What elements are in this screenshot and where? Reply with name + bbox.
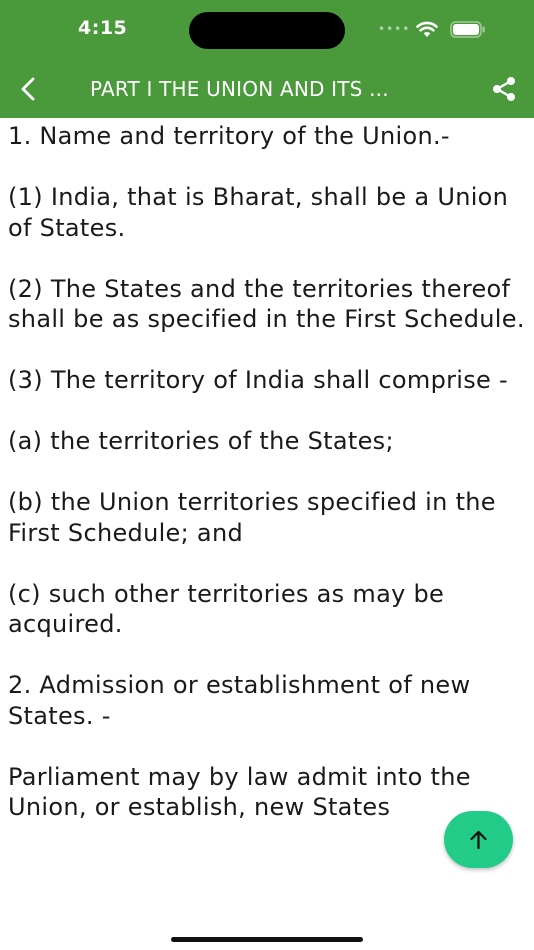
article-paragraph: (a) the territories of the States;: [8, 427, 394, 455]
article-heading-1: 1. Name and territory of the Union.-: [8, 122, 450, 150]
back-button[interactable]: [14, 72, 44, 106]
article-paragraph: (3) The territory of India shall compris…: [8, 366, 509, 394]
article-heading-2: 2. Admission or establishment of new Sta…: [8, 671, 471, 730]
cellular-signal-icon: ••••: [378, 22, 411, 36]
page-title: PART I THE UNION AND ITS ...: [90, 77, 389, 101]
article-paragraph: (c) such other territories as may be acq…: [8, 579, 445, 639]
share-button[interactable]: [489, 74, 519, 104]
share-icon: [493, 77, 515, 101]
article-paragraph: Parliament may by law admit into the Uni…: [8, 762, 471, 822]
article-paragraph: (1) India, that is Bharat, shall be a Un…: [8, 183, 509, 242]
home-indicator[interactable]: [171, 937, 363, 942]
battery-icon: [450, 21, 485, 38]
article-paragraph: (b) the Union territories specified in t…: [8, 488, 496, 547]
app-header: 4:15 •••• PART I THE UNION AND ITS ...: [0, 0, 534, 118]
arrow-up-icon: [470, 830, 487, 850]
dynamic-island: [189, 12, 345, 49]
article-paragraph: (2) The States and the territories there…: [8, 274, 525, 334]
wifi-icon: [416, 21, 438, 37]
scroll-to-top-button[interactable]: [444, 811, 513, 868]
article-content: 1. Name and territory of the Union.- (1)…: [8, 121, 532, 901]
chevron-left-icon: [21, 77, 35, 101]
status-time: 4:15: [78, 17, 128, 39]
